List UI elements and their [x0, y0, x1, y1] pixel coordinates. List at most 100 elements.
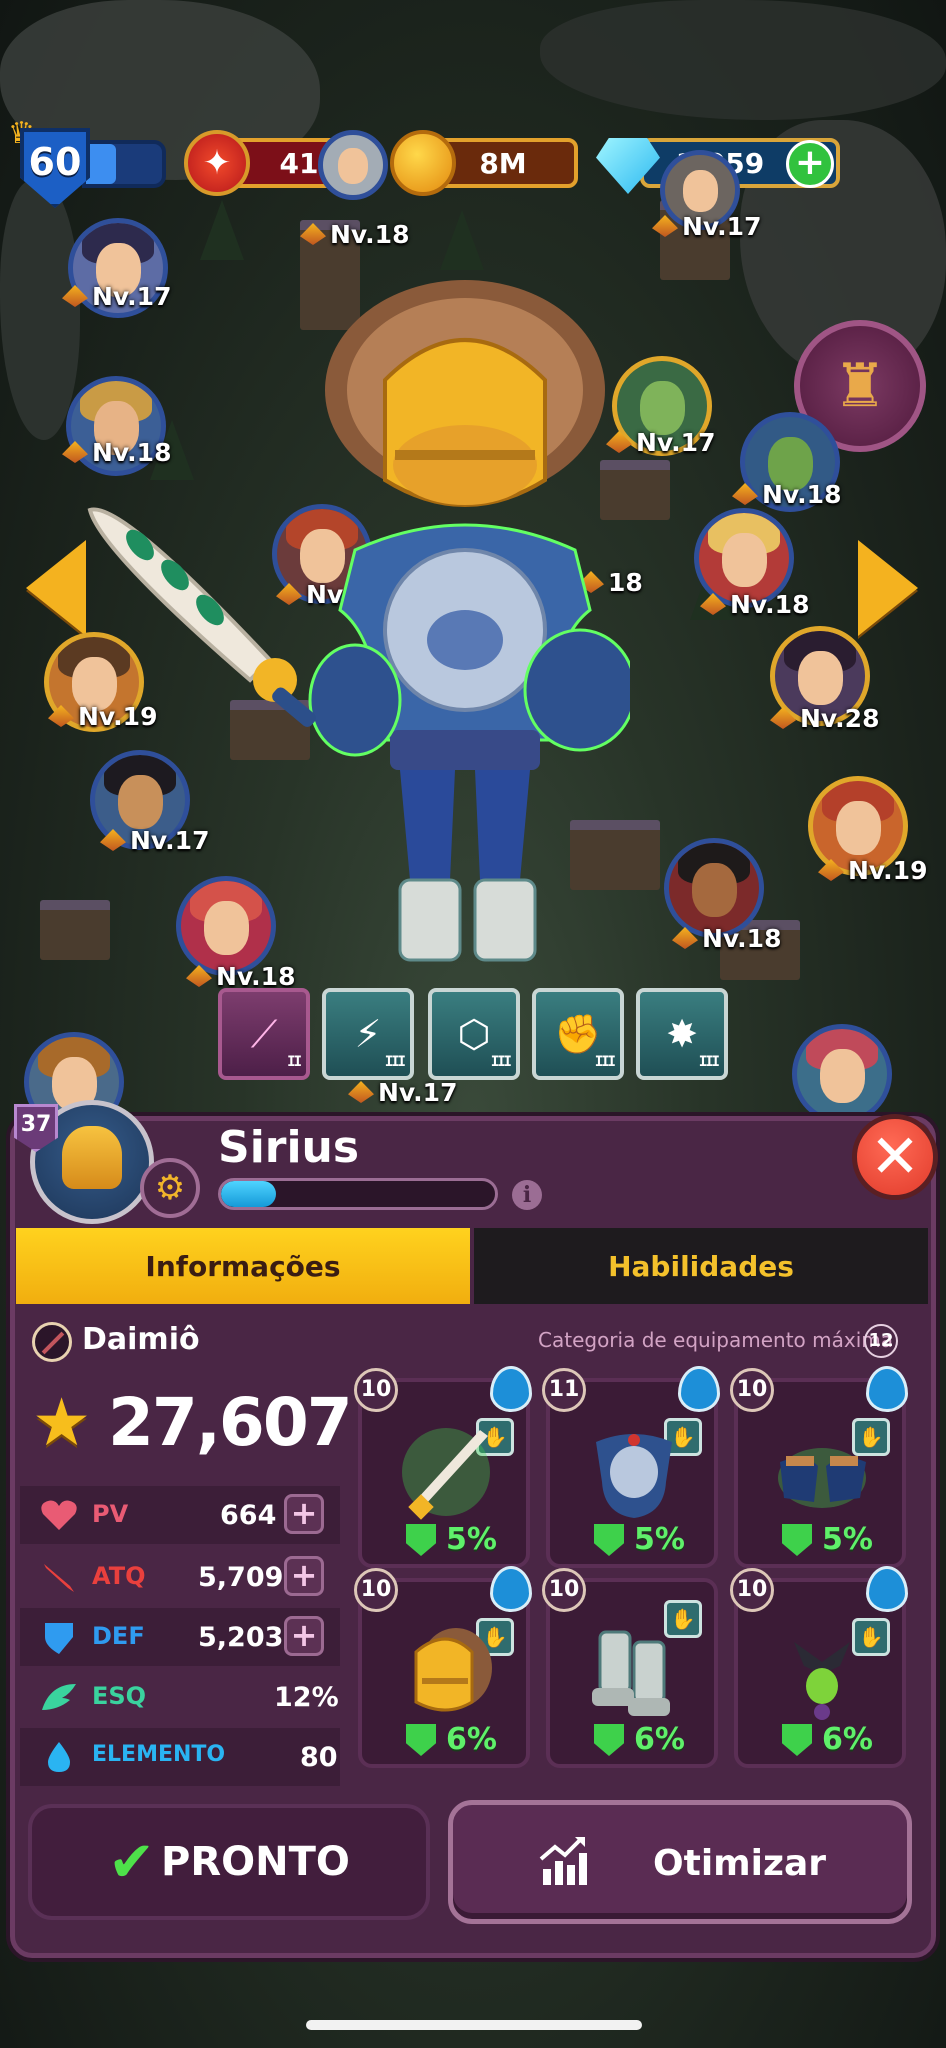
gauntlets-item-icon — [778, 1448, 866, 1508]
skill-slot-2[interactable]: ⚡ III — [322, 988, 414, 1080]
upgrade-atq-button[interactable]: + — [284, 1556, 324, 1596]
village-hero-level: Nv.28 — [770, 704, 879, 733]
optimize-label: Otimizar — [653, 1843, 827, 1884]
water-element-icon — [866, 1366, 908, 1412]
equipment-bonus: 5% — [446, 1522, 497, 1557]
village-hero-level: Nv.18 — [186, 962, 295, 991]
hero-settings-button[interactable]: ⚙ — [140, 1158, 200, 1218]
equipment-level: 10 — [542, 1568, 586, 1612]
tab-informacoes[interactable]: Informações — [16, 1228, 470, 1304]
class-icon — [32, 1322, 72, 1362]
star-icon: ★ — [32, 1384, 92, 1461]
water-element-icon — [866, 1566, 908, 1612]
armor-item-icon — [596, 1434, 672, 1518]
upgrade-def-button[interactable]: + — [284, 1616, 324, 1656]
skill-slot-3[interactable]: ⬡ III — [428, 988, 520, 1080]
equipment-level: 10 — [730, 1568, 774, 1612]
stat-value: 12% — [274, 1682, 339, 1713]
stat-row-elemento: ELEMENTO 80 — [20, 1728, 340, 1786]
next-hero-arrow[interactable] — [858, 540, 918, 636]
energy-icon: ✦ — [184, 130, 250, 196]
heart-icon — [41, 1500, 77, 1530]
amulet-item-icon — [794, 1642, 850, 1720]
stat-label: ATQ — [92, 1562, 146, 1590]
close-button[interactable]: ✕ — [852, 1114, 938, 1200]
add-gems-button[interactable]: + — [786, 140, 834, 188]
ready-button[interactable]: ✔ PRONTO — [28, 1804, 430, 1920]
home-indicator[interactable] — [306, 2020, 642, 2030]
equipment-bonus: 6% — [446, 1722, 497, 1757]
equipment-bonus: 6% — [634, 1722, 685, 1757]
player-level: 60 — [28, 140, 82, 184]
village-hero-level: Nv.17 — [100, 826, 209, 855]
equipment-slot-armor[interactable]: 11 ✋ 5% — [542, 1366, 720, 1568]
village-hero-level: Nv.18 — [300, 220, 409, 249]
sword-icon — [44, 1564, 74, 1592]
equipment-level: 10 — [730, 1368, 774, 1412]
gear-icon: ⚙ — [154, 1168, 186, 1208]
stat-value: 664 — [220, 1500, 277, 1531]
water-element-icon — [678, 1366, 720, 1412]
wing-icon — [42, 1684, 76, 1710]
shield-bonus-icon — [406, 1724, 436, 1756]
skill-slot-5[interactable]: ✸ III — [636, 988, 728, 1080]
equipment-level: 10 — [354, 1368, 398, 1412]
shield-bonus-icon — [594, 1724, 624, 1756]
skill-slot-1[interactable]: ⟋ II — [218, 988, 310, 1080]
hero-xp-bar — [218, 1178, 498, 1210]
optimize-button[interactable]: Otimizar — [448, 1800, 912, 1924]
crest-icon: ⬡ — [457, 1012, 491, 1056]
village-hero-level: Nv.19 — [818, 856, 927, 885]
hero-xp-fill — [221, 1181, 276, 1207]
max-equipment-category-value: 12 — [864, 1324, 898, 1358]
helmet-item-icon — [414, 1628, 492, 1712]
gold-value: 8M — [479, 146, 527, 180]
shield-bonus-icon — [782, 1724, 812, 1756]
stat-row-atq: ATQ 5,709 + — [20, 1548, 340, 1606]
water-element-icon — [490, 1366, 532, 1412]
gold-coin-icon — [390, 130, 456, 196]
ready-label: PRONTO — [161, 1839, 350, 1885]
shield-bonus-icon — [594, 1524, 624, 1556]
stat-value: 80 — [300, 1742, 338, 1773]
stat-row-esq: ESQ 12% — [20, 1668, 340, 1726]
hero-character — [308, 280, 630, 962]
burst-icon: ✸ — [666, 1012, 698, 1056]
equipment-bonus: 5% — [822, 1522, 873, 1557]
previous-hero-arrow[interactable] — [26, 540, 86, 636]
village-hero-portrait[interactable] — [792, 1024, 892, 1124]
skill-rank: III — [698, 1054, 720, 1070]
equipment-slot-boots[interactable]: 10 ✋ 6% — [542, 1568, 718, 1768]
boots-item-icon — [592, 1630, 670, 1716]
sword-item-icon — [402, 1428, 490, 1520]
equipment-slot-gauntlets[interactable]: 10 ✋ 5% — [730, 1366, 908, 1568]
village-hero-level: Nv.18 — [62, 438, 171, 467]
stat-row-pv: PV 664 + — [20, 1486, 340, 1544]
skill-rank: III — [384, 1054, 406, 1070]
village-hero-level: Nv.18 — [700, 590, 809, 619]
hero-sword — [87, 507, 316, 727]
shield-icon — [45, 1623, 73, 1654]
stat-value: 5,709 — [198, 1562, 284, 1593]
stat-row-def: DEF 5,203 + — [20, 1608, 340, 1666]
water-drop-icon — [48, 1742, 70, 1772]
shield-bonus-icon — [406, 1524, 436, 1556]
stat-label: ESQ — [92, 1682, 147, 1710]
equipment-slot-amulet[interactable]: 10 ✋ 6% — [730, 1566, 908, 1768]
tab-habilidades[interactable]: Habilidades — [474, 1228, 928, 1304]
village-hero-portrait[interactable] — [176, 876, 276, 976]
shield-bonus-icon — [782, 1524, 812, 1556]
equipment-slot-helmet[interactable]: 10 ✋ 6% — [354, 1566, 532, 1768]
equipment-level: 10 — [354, 1568, 398, 1612]
village-hero-portrait[interactable] — [318, 130, 388, 200]
upgrade-pv-button[interactable]: + — [284, 1494, 324, 1534]
info-icon[interactable]: i — [512, 1180, 542, 1210]
village-hero-level: Nv.17 — [62, 282, 171, 311]
checkmark-icon: ✔ — [108, 1829, 156, 1895]
skill-rank: III — [490, 1054, 512, 1070]
muscle-icon: ✊ — [554, 1011, 602, 1056]
stat-label: DEF — [92, 1622, 145, 1650]
village-hero-portrait[interactable] — [664, 838, 764, 938]
skill-slot-4[interactable]: ✊ III — [532, 988, 624, 1080]
equipment-slot-weapon[interactable]: 10 ✋ 5% — [354, 1366, 532, 1568]
